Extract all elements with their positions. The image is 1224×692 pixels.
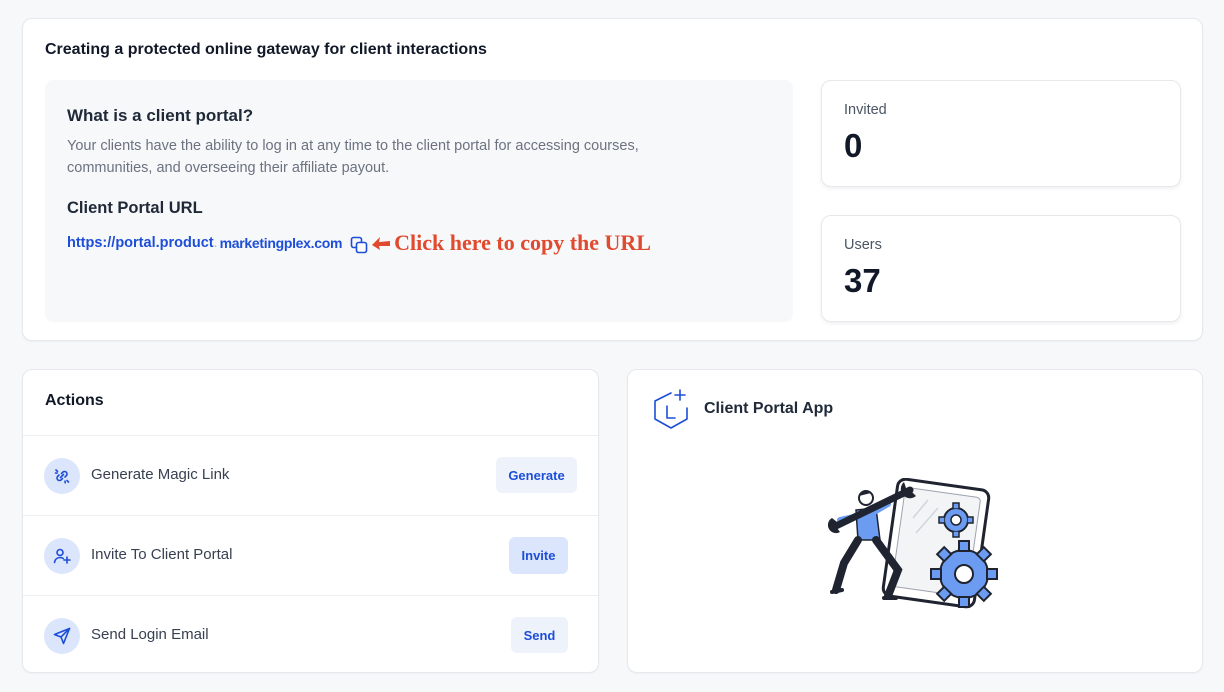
portal-url-heading: Client Portal URL xyxy=(67,199,203,217)
action-row-send-email: Send Login Email Send xyxy=(23,595,598,673)
portal-url-row: https://portal.product. marketingplex.com… xyxy=(67,230,651,256)
invite-label: Invite To Client Portal xyxy=(91,546,233,563)
actions-card: Actions Generate Magic Link Generate Inv… xyxy=(22,369,599,673)
magic-link-icon xyxy=(44,458,80,494)
info-heading: What is a client portal? xyxy=(67,106,254,125)
add-user-icon xyxy=(44,538,80,574)
send-email-label: Send Login Email xyxy=(91,626,209,643)
invited-stat-card: Invited 0 xyxy=(821,80,1181,187)
arrow-left-icon xyxy=(372,237,391,250)
action-row-magic-link: Generate Magic Link Generate xyxy=(23,435,598,515)
repair-gears-illustration xyxy=(828,478,998,609)
portal-gateway-card: Creating a protected online gateway for … xyxy=(22,18,1203,341)
users-label: Users xyxy=(844,237,882,253)
magic-link-label: Generate Magic Link xyxy=(91,466,230,483)
client-portal-app-card: Client Portal App xyxy=(627,369,1203,673)
action-row-invite: Invite To Client Portal Invite xyxy=(23,515,598,595)
portal-url-separator: . xyxy=(213,235,218,251)
app-title: Client Portal App xyxy=(704,400,834,417)
invited-label: Invited xyxy=(844,102,887,118)
send-button[interactable]: Send xyxy=(511,617,568,653)
copy-icon[interactable] xyxy=(350,236,368,254)
gateway-title: Creating a protected online gateway for … xyxy=(45,41,487,58)
copy-url-hint: Click here to copy the URL xyxy=(394,230,651,255)
portal-url-domain[interactable]: marketingplex.com xyxy=(220,235,343,251)
send-icon xyxy=(44,618,80,654)
client-portal-info-panel: What is a client portal? Your clients ha… xyxy=(45,80,793,322)
generate-button[interactable]: Generate xyxy=(496,457,577,493)
invite-button[interactable]: Invite xyxy=(509,537,568,574)
info-description: Your clients have the ability to log in … xyxy=(67,138,639,176)
users-stat-card: Users 37 xyxy=(821,215,1181,322)
actions-title: Actions xyxy=(45,392,104,409)
invited-count: 0 xyxy=(844,127,863,164)
portal-url-link[interactable]: https://portal.product xyxy=(67,235,214,251)
users-count: 37 xyxy=(844,262,881,299)
client-portal-app-icon xyxy=(654,389,688,429)
